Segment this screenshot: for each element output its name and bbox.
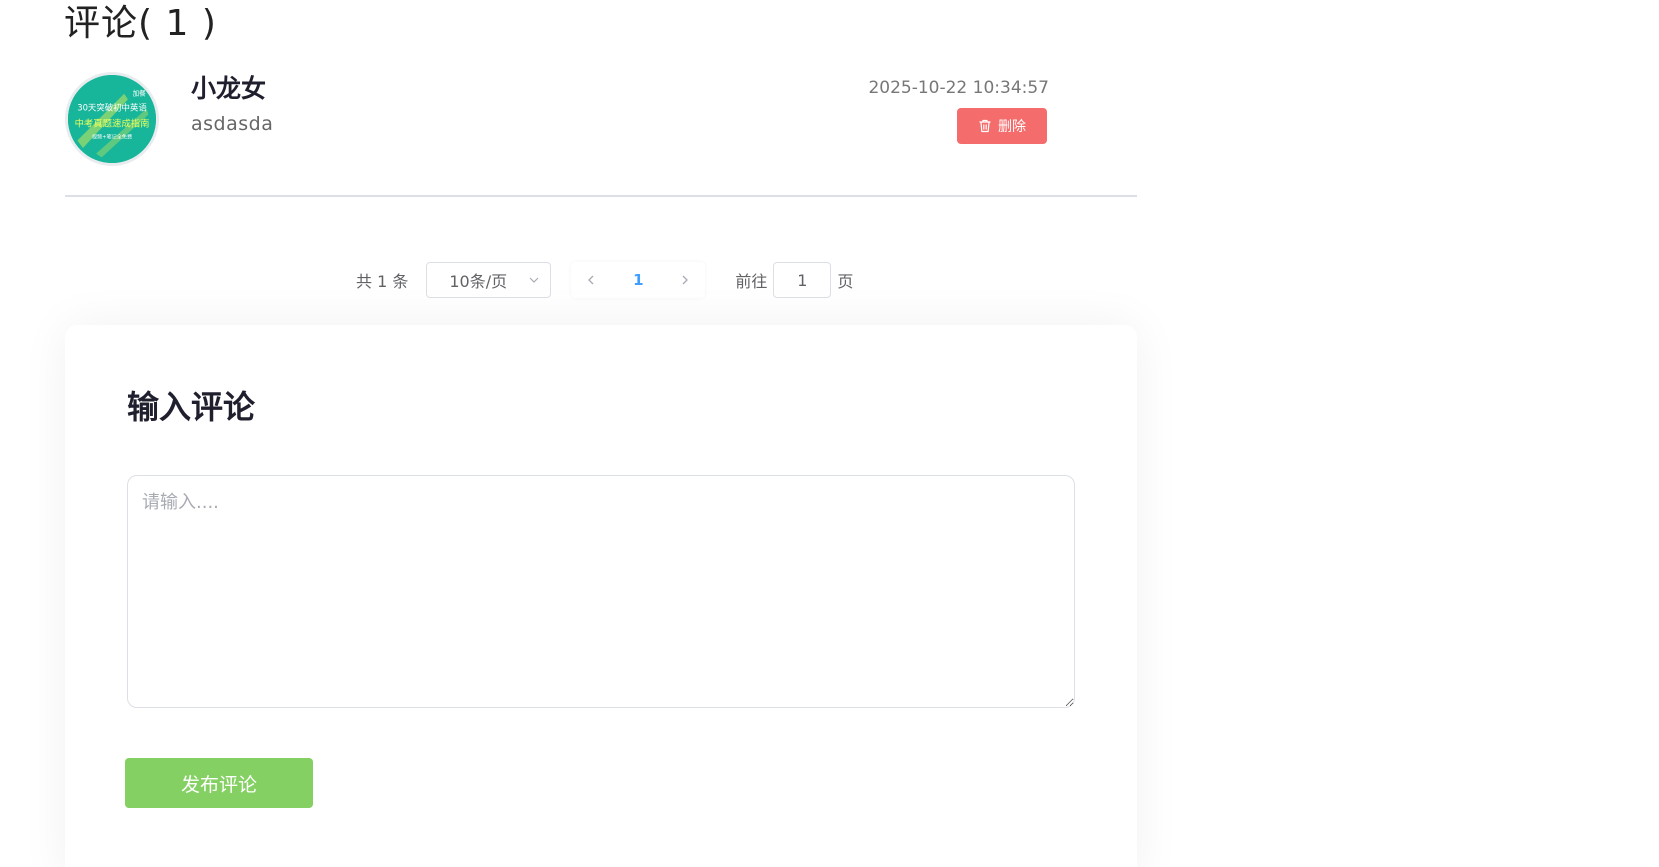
pager: 1 — [571, 262, 706, 298]
delete-button-label: 删除 — [998, 119, 1026, 135]
pagination: 共 1 条 10条/页 1 前往 页 — [356, 262, 853, 298]
avatar-line2: 中考真题速成指南 — [75, 117, 150, 129]
comments-section-title: 评论( 1 ) — [64, 3, 217, 44]
chevron-left-icon[interactable] — [585, 274, 597, 286]
pagination-total: 共 1 条 — [356, 272, 409, 291]
page: 评论( 1 ) 加餐 30天突破初中英语 中考真题速成指南 视频+笔记全免费 小… — [0, 0, 1659, 867]
comment-author-name: 小龙女 — [191, 74, 267, 103]
trash-icon — [979, 119, 991, 133]
avatar: 加餐 30天突破初中英语 中考真题速成指南 视频+笔记全免费 — [65, 72, 159, 166]
chevron-down-icon — [529, 277, 539, 283]
page-size-value: 10条/页 — [449, 272, 508, 291]
avatar-image: 加餐 30天突破初中英语 中考真题速成指南 视频+笔记全免费 — [68, 75, 156, 163]
avatar-line3: 视频+笔记全免费 — [92, 133, 132, 141]
comment-textarea[interactable] — [127, 475, 1075, 708]
submit-comment-button[interactable]: 发布评论 — [125, 758, 313, 808]
page-number-current[interactable]: 1 — [633, 271, 643, 289]
avatar-line1: 30天突破初中英语 — [77, 103, 147, 113]
goto-suffix: 页 — [837, 272, 854, 291]
comment-input-title: 输入评论 — [127, 388, 256, 426]
delete-comment-button[interactable]: 删除 — [957, 108, 1047, 144]
goto-prefix: 前往 — [735, 272, 768, 291]
comment-item: 加餐 30天突破初中英语 中考真题速成指南 视频+笔记全免费 小龙女 asdas… — [65, 70, 1137, 197]
comment-timestamp: 2025-10-22 10:34:57 — [868, 78, 1049, 98]
page-size-select[interactable]: 10条/页 — [426, 262, 552, 298]
avatar-corner-text: 加餐 — [133, 89, 147, 98]
comment-text: asdasda — [191, 113, 274, 135]
goto-page-input[interactable] — [773, 262, 832, 298]
comment-input-card: 输入评论 发布评论 — [65, 325, 1137, 867]
chevron-right-icon[interactable] — [679, 274, 691, 286]
